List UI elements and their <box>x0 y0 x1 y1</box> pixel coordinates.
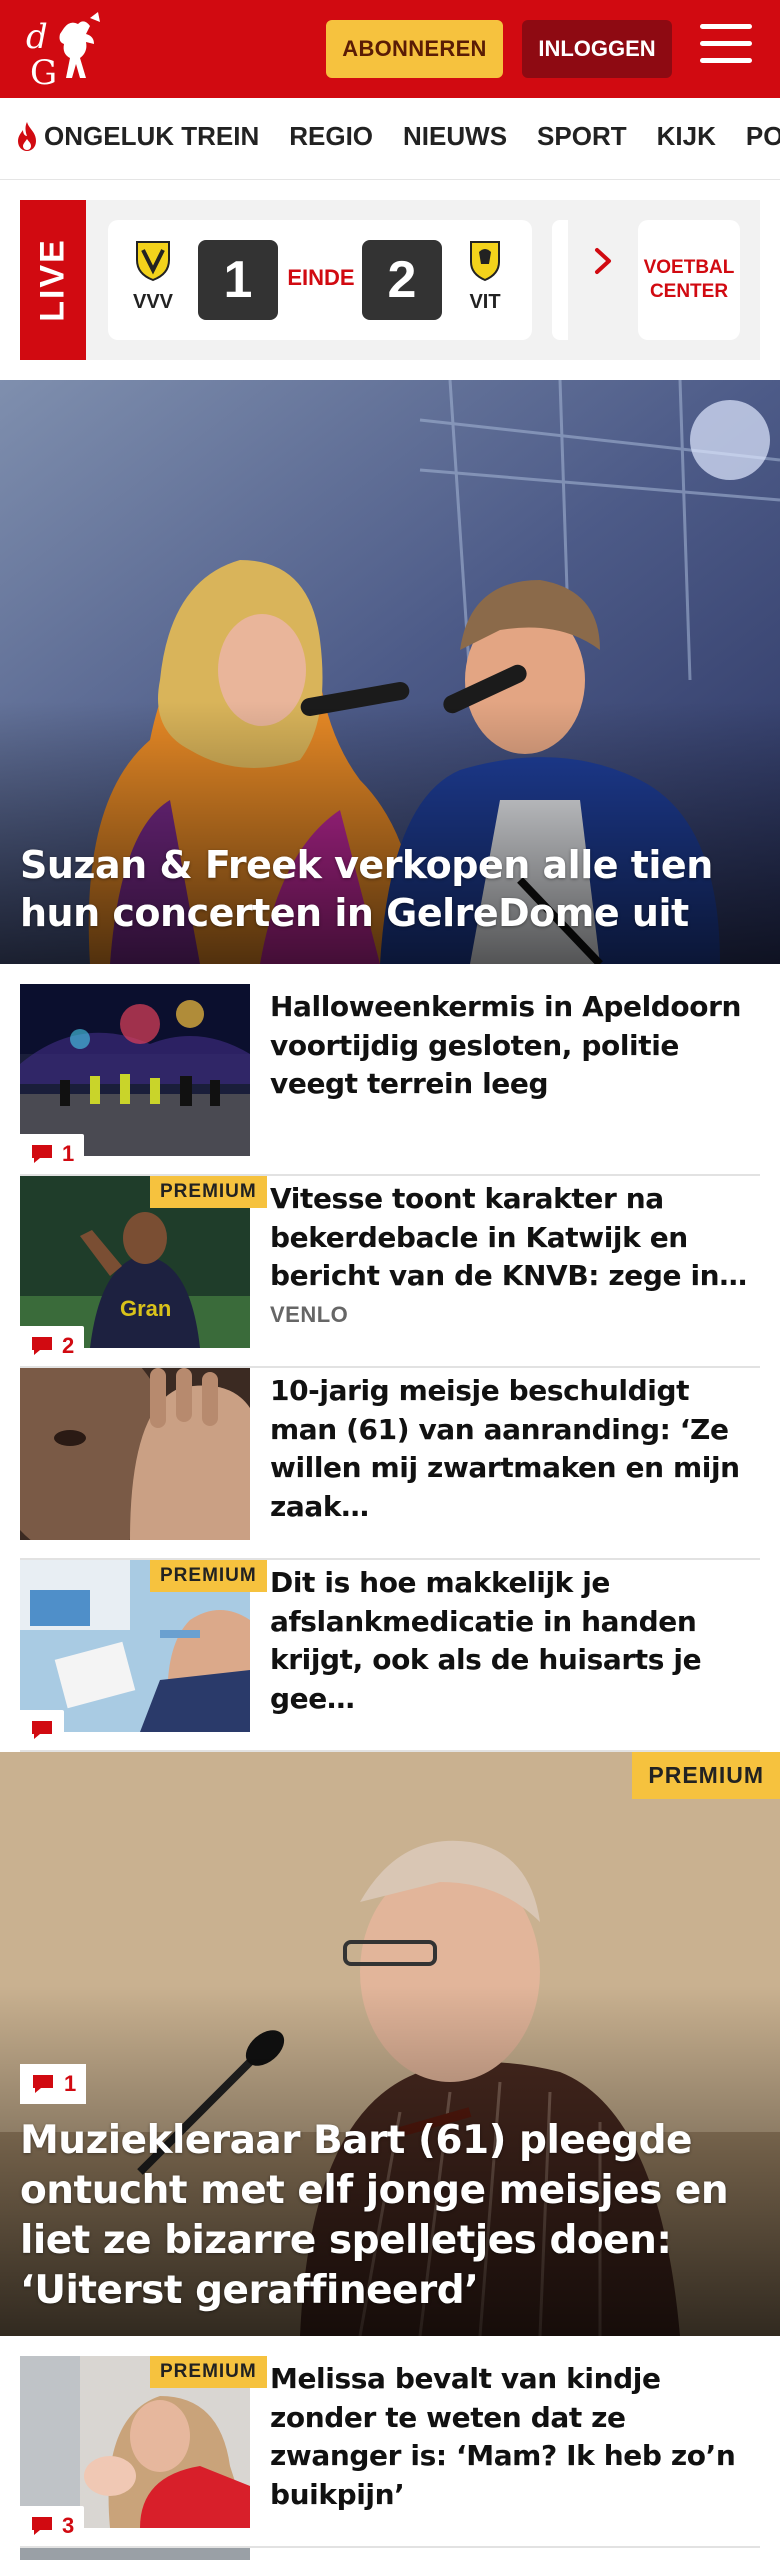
home-team: VVV <box>122 238 184 314</box>
hero-article[interactable]: Suzan & Freek verkopen alle tien hun con… <box>0 380 780 964</box>
list-item[interactable]: PREMIUM 3 Melissa bevalt van kindje zond… <box>20 2356 760 2548</box>
comment-icon <box>32 1721 52 1739</box>
comment-icon <box>33 2075 53 2093</box>
next-list-item-peek <box>20 2548 760 2560</box>
comment-count[interactable] <box>20 1710 64 1750</box>
hero-title[interactable]: Suzan & Freek verkopen alle tien hun con… <box>20 842 760 938</box>
article-title[interactable]: Dit is hoe makkelijk je afslankmedicatie… <box>270 1564 756 1719</box>
match-card[interactable]: VVV 1 EINDE 2 VIT <box>108 220 532 340</box>
svg-text:d: d <box>26 17 48 57</box>
nav-item-label: ONGELUK TREIN <box>44 120 260 151</box>
comment-count[interactable]: 1 <box>20 2064 87 2104</box>
list-item[interactable]: 1 Halloweenkermis in Apeldoorn voortijdi… <box>20 984 760 1176</box>
next-match-card[interactable] <box>552 220 568 340</box>
subscribe-button[interactable]: ABONNEREN <box>326 20 503 78</box>
vvv-crest-icon <box>136 241 170 282</box>
away-score: 2 <box>362 240 442 320</box>
comment-count[interactable]: 3 <box>20 2506 85 2546</box>
nav-item-sport[interactable]: SPORT <box>537 121 627 152</box>
flame-icon <box>18 122 36 151</box>
nav-item-regio[interactable]: REGIO <box>289 121 373 152</box>
section-nav: ONGELUK TREIN REGIO NIEUWS SPORT KIJK PO… <box>0 98 780 180</box>
vitesse-crest-icon <box>470 241 500 282</box>
nav-item-nieuws[interactable]: NIEUWS <box>403 121 507 152</box>
premium-badge: PREMIUM <box>150 1560 267 1592</box>
nav-item-kijk[interactable]: KIJK <box>657 121 716 152</box>
chevron-right-icon[interactable] <box>588 246 618 276</box>
site-logo[interactable]: d G <box>20 10 116 93</box>
article-tag: VENLO <box>270 1302 349 1327</box>
article-thumbnail <box>20 984 250 1156</box>
article-title[interactable]: 10-jarig meisje beschuldigt man (61) van… <box>270 1372 756 1527</box>
live-scores: LIVE VVV 1 EINDE 2 VIT VOETBAL CENTER <box>0 180 780 373</box>
home-score: 1 <box>198 240 278 320</box>
list-item[interactable]: Gran PREMIUM 2 Vitesse toont karakter na… <box>20 1176 760 1368</box>
comment-count[interactable]: 2 <box>20 1326 85 1366</box>
article-title[interactable]: Halloweenkermis in Apeldoorn voortijdig … <box>270 988 756 1104</box>
premium-badge: PREMIUM <box>150 1176 267 1208</box>
live-tag: LIVE <box>20 200 86 360</box>
match-status: EINDE <box>287 265 355 290</box>
feature-title[interactable]: Muziekleraar Bart (61) pleegde ontucht m… <box>20 2116 760 2316</box>
login-button[interactable]: INLOGGEN <box>522 20 672 78</box>
comment-icon <box>32 2517 52 2535</box>
site-header: d G ABONNEREN INLOGGEN <box>0 0 780 98</box>
svg-text:Gran: Gran <box>120 1296 171 1321</box>
premium-badge: PREMIUM <box>150 2356 267 2388</box>
away-team: VIT <box>454 238 516 314</box>
svg-text:G: G <box>30 53 57 90</box>
comment-icon <box>32 1337 52 1355</box>
comment-count[interactable]: 1 <box>20 1134 85 1174</box>
feature-article[interactable]: PREMIUM 1 Muziekleraar Bart (61) pleegde… <box>0 1752 780 2336</box>
nav-item-ongeluk-trein[interactable]: ONGELUK TREIN <box>14 120 259 152</box>
voetbal-center-button[interactable]: VOETBAL CENTER <box>638 220 740 340</box>
list-item[interactable]: 10-jarig meisje beschuldigt man (61) van… <box>20 1368 760 1560</box>
article-thumbnail <box>20 1368 250 1540</box>
comment-icon <box>32 1145 52 1163</box>
nav-item-podcast[interactable]: PODCAST <box>746 121 780 152</box>
article-title[interactable]: Melissa bevalt van kindje zonder te wete… <box>270 2360 756 2515</box>
list-item[interactable]: PREMIUM Dit is hoe makkelijk je afslankm… <box>20 1560 760 1752</box>
hamburger-icon[interactable] <box>700 24 752 70</box>
article-title[interactable]: Vitesse toont karakter na bekerdebacle i… <box>270 1180 756 1296</box>
premium-badge: PREMIUM <box>632 1752 780 1799</box>
